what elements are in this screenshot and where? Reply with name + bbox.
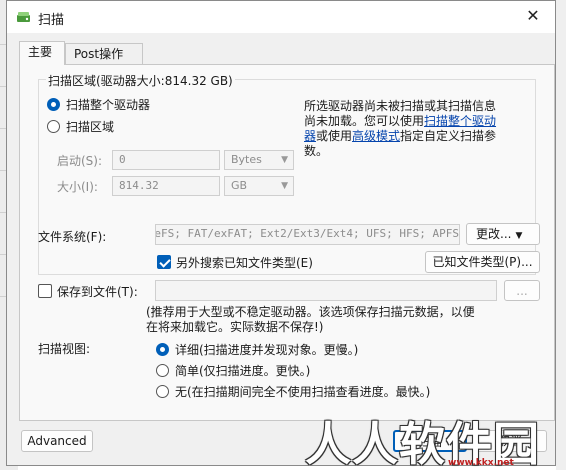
size-input[interactable]: 814.32: [112, 176, 220, 196]
tab-post-actions[interactable]: Post操作: [65, 43, 143, 64]
scan-view-none-label[interactable]: 无(在扫描期间完全不使用扫描查看进度。最快。): [175, 383, 430, 400]
scan-area-radio[interactable]: [47, 120, 60, 133]
size-unit-select[interactable]: GB ▼: [224, 176, 294, 196]
save-to-file-label[interactable]: 保存到文件(T):: [57, 283, 138, 300]
chevron-down-icon: ▼: [281, 181, 288, 191]
scan-view-label: 扫描视图:: [38, 342, 91, 356]
chevron-down-icon: ▼: [281, 155, 288, 165]
background-window-right: [556, 0, 566, 470]
extra-search-checkbox[interactable]: [157, 255, 171, 269]
filesystem-label: 文件系统(F):: [38, 230, 107, 244]
scan-view-detailed-radio[interactable]: [156, 343, 169, 356]
chevron-down-icon: ▼: [515, 231, 523, 241]
scan-dialog: 扫描 ✕ 主要 Post操作 扫描区域(驱动器大小:814.32 GB) 扫描整…: [6, 0, 556, 466]
scan-view-simple-radio[interactable]: [156, 364, 169, 377]
known-file-types-button[interactable]: 已知文件类型(P)...: [425, 251, 540, 273]
start-input[interactable]: 0: [112, 150, 220, 170]
size-label: 大小(I):: [57, 180, 98, 194]
filesystem-input[interactable]: S; ReFS; FAT/exFAT; Ext2/Ext3/Ext4; UFS;…: [155, 224, 460, 245]
start-unit-select[interactable]: Bytes ▼: [224, 150, 294, 170]
drive-scan-icon: [17, 12, 30, 22]
save-to-file-checkbox[interactable]: [38, 284, 52, 298]
advanced-mode-link[interactable]: 高级模式: [352, 129, 400, 143]
start-label: 启动(S):: [57, 154, 103, 168]
advanced-button[interactable]: Advanced: [21, 430, 93, 452]
save-path-input[interactable]: [155, 280, 497, 301]
scan-view-simple-label[interactable]: 简单(仅扫描进度。更快。): [175, 362, 310, 379]
scan-area-group-title: 扫描区域(驱动器大小:814.32 GB): [46, 72, 235, 89]
main-tab-panel: 扫描区域(驱动器大小:814.32 GB) 扫描整个驱动器 扫描区域 所选驱动器…: [19, 64, 555, 421]
save-description: (推荐用于大型或不稳定驱动器。该选项保存扫描元数据，以便在将来加载它。实际数据不…: [146, 305, 475, 334]
scan-view-detailed-label[interactable]: 详细(扫描进度并发现对象。更慢。): [175, 341, 358, 358]
change-filesystem-button[interactable]: 更改... ▼: [466, 223, 540, 245]
close-icon[interactable]: ✕: [513, 1, 553, 31]
title-bar: 扫描 ✕: [7, 1, 555, 33]
tab-main[interactable]: 主要: [19, 41, 65, 65]
window-title: 扫描: [38, 13, 65, 28]
info-text-part: 或使用: [316, 129, 353, 143]
browse-button[interactable]: ...: [504, 280, 540, 301]
extra-search-label[interactable]: 另外搜索已知文件类型(E): [176, 254, 313, 271]
start-unit-value: Bytes: [231, 153, 262, 166]
size-unit-value: GB: [231, 179, 248, 192]
scan-area-label[interactable]: 扫描区域: [66, 118, 114, 135]
scan-view-none-radio[interactable]: [156, 385, 169, 398]
change-filesystem-label: 更改...: [476, 227, 512, 241]
watermark-url: www.kkx.net: [448, 458, 514, 468]
scan-whole-drive-radio[interactable]: [47, 98, 60, 111]
scan-whole-drive-label[interactable]: 扫描整个驱动器: [66, 96, 150, 113]
scan-info-text: 所选驱动器尚未被扫描或其扫描信息尚未加载。您可以使用扫描整个驱动器或使用高级模式…: [304, 99, 504, 159]
